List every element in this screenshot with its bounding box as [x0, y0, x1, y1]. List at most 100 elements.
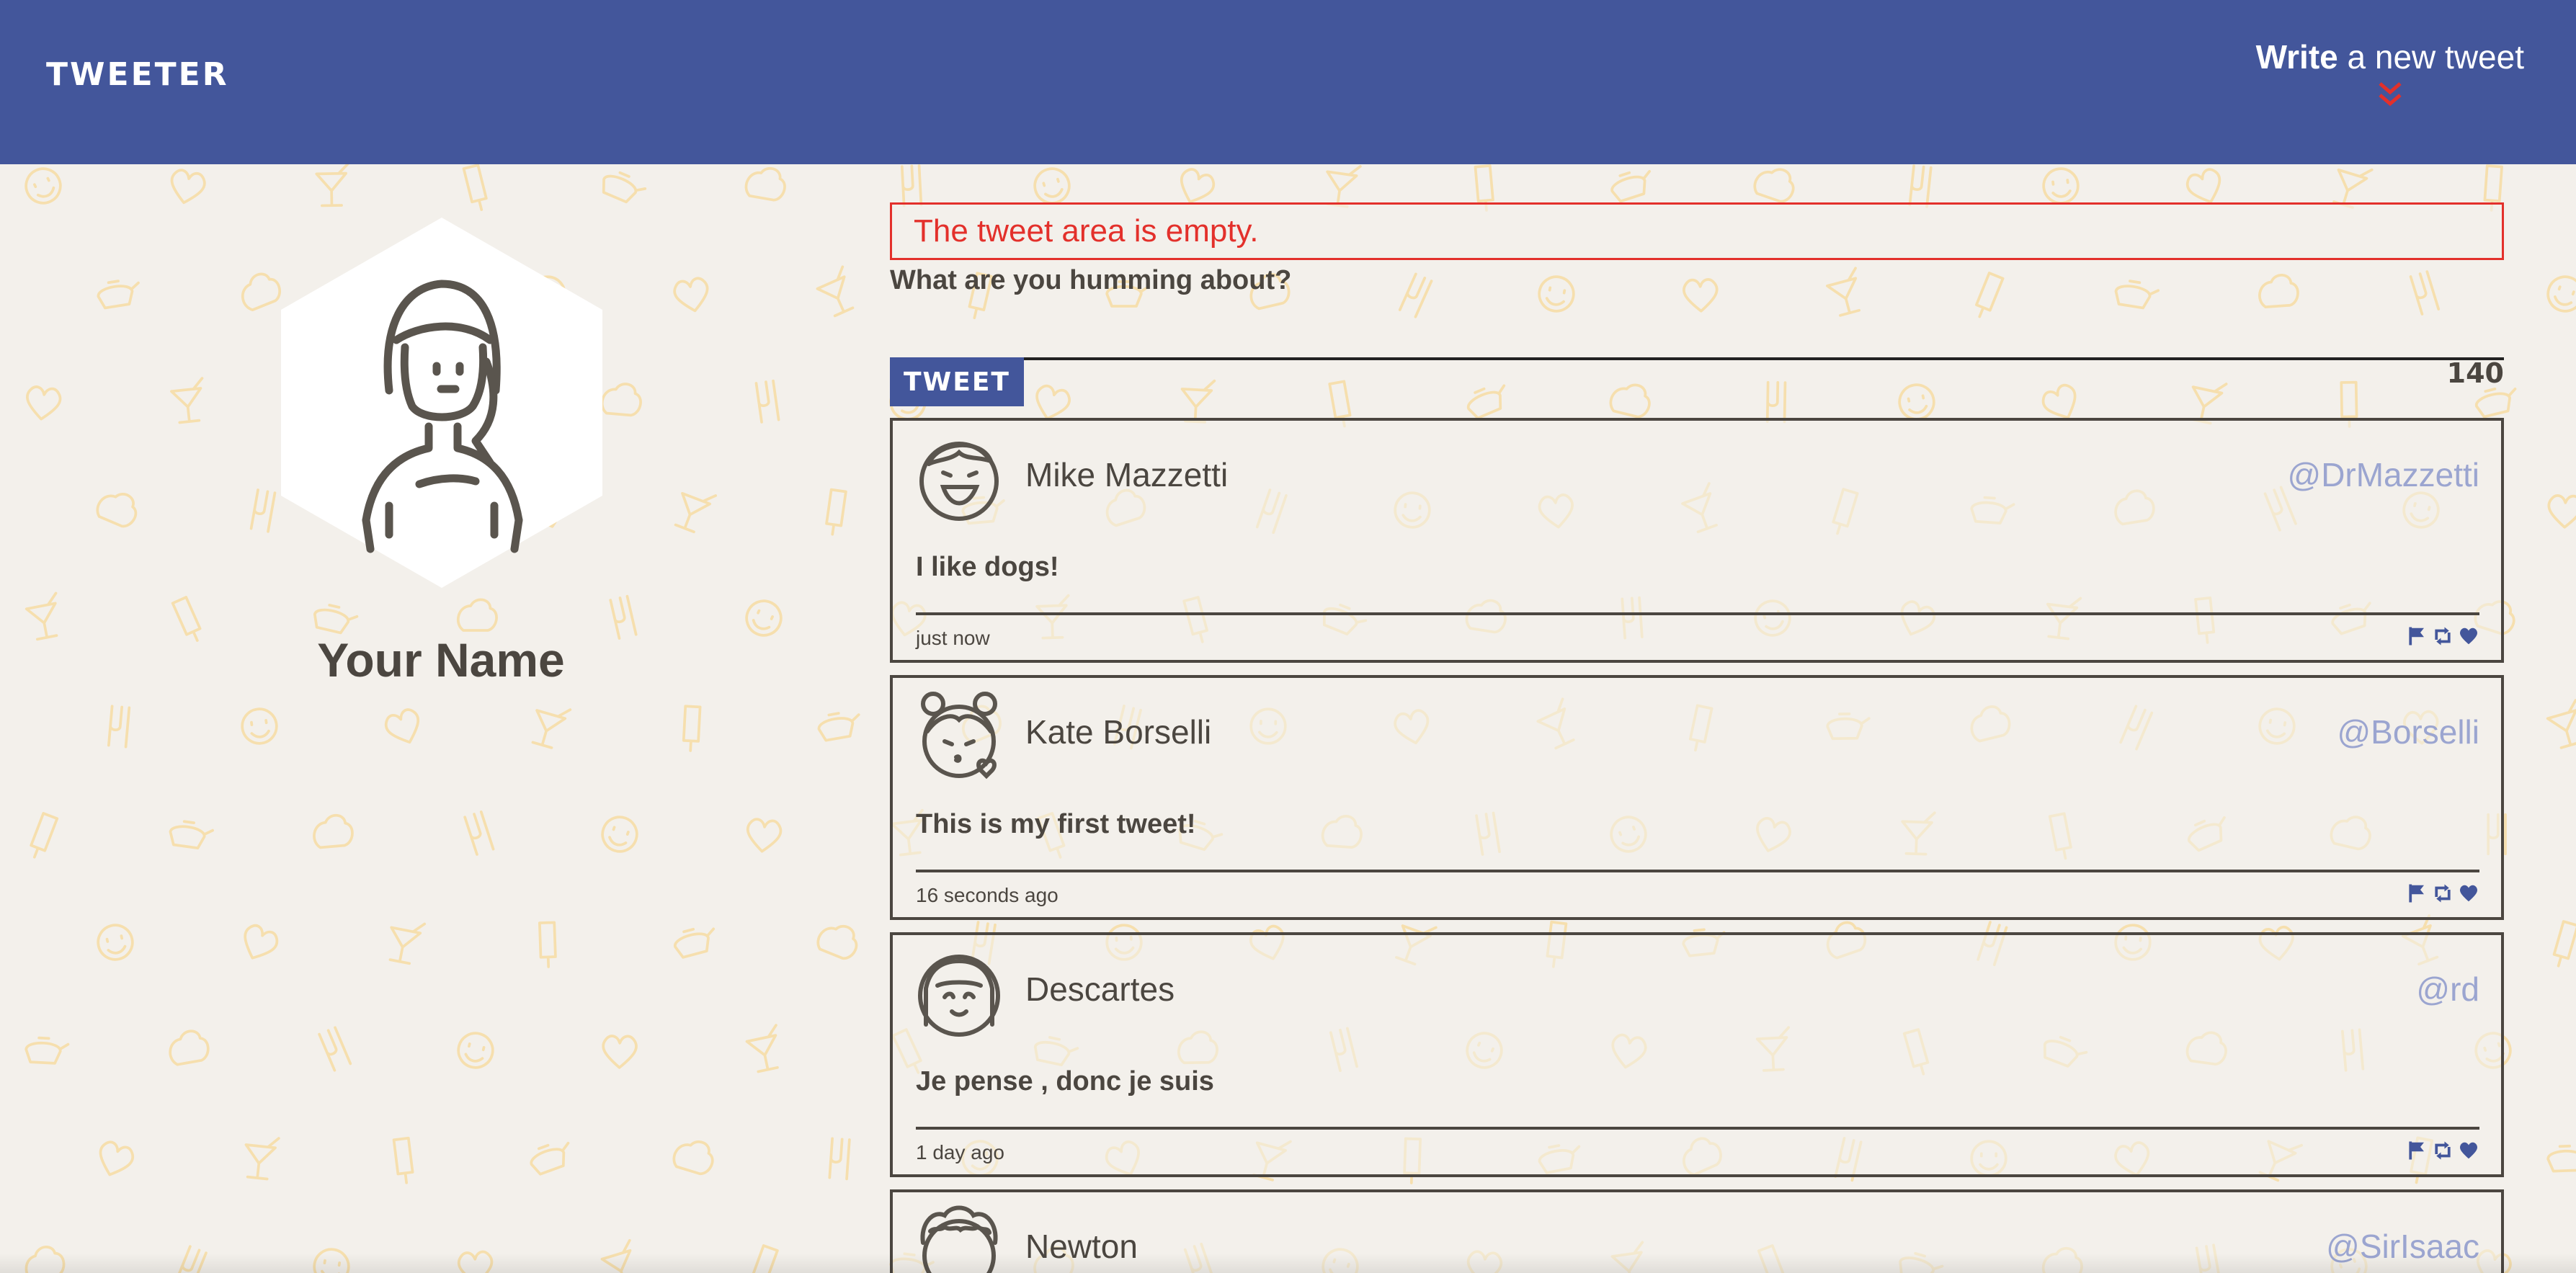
tweet-text: Je pense , donc je suis	[916, 1066, 1214, 1096]
write-tweet-toggle[interactable]: Write a new tweet	[2256, 37, 2524, 111]
pattern-doodle	[456, 598, 498, 632]
top-nav: TWEETER Write a new tweet	[0, 0, 2576, 164]
pattern-doodle	[1033, 167, 1071, 205]
pattern-doodle	[2185, 168, 2221, 204]
tweet-card: Kate Borselli @Borselli This is my first…	[890, 675, 2504, 920]
pattern-doodle	[169, 820, 214, 850]
tweet-text: This is my first tweet!	[916, 809, 1196, 839]
pattern-doodle	[530, 1141, 570, 1176]
tweet-timestamp: 1 day ago	[916, 1141, 1004, 1163]
pattern-doodle	[2552, 920, 2576, 968]
tweet-author-name: Descartes	[1025, 970, 1175, 1008]
flag-icon[interactable]	[2406, 1140, 2428, 1161]
flag-icon[interactable]	[2406, 625, 2428, 647]
retweet-icon[interactable]	[2432, 1140, 2454, 1161]
char-counter: 140	[2446, 357, 2504, 389]
pattern-doodle	[602, 1035, 638, 1069]
pattern-doodle	[30, 812, 59, 859]
tweet-handle[interactable]: @rd	[2416, 970, 2479, 1009]
heart-icon[interactable]	[2458, 625, 2479, 647]
tweet-handle[interactable]: @Borselli	[2337, 713, 2479, 751]
pattern-doodle	[817, 712, 860, 742]
pattern-doodle	[825, 488, 847, 536]
pattern-doodle	[1908, 164, 1933, 208]
pattern-doodle	[107, 705, 131, 749]
pattern-doodle	[462, 164, 488, 211]
pattern-doodle	[672, 1140, 714, 1176]
tweet-textarea[interactable]	[890, 305, 2504, 360]
pattern-doodle	[1610, 169, 1652, 203]
tweet-submit-button[interactable]: TWEET	[890, 357, 1024, 406]
pattern-doodle	[313, 813, 354, 849]
tweet-actions	[2406, 625, 2479, 647]
pattern-doodle	[315, 164, 350, 207]
pattern-doodle	[318, 1026, 352, 1072]
tweet-author-name: Kate Borselli	[1025, 713, 1212, 751]
pattern-doodle	[745, 1024, 779, 1073]
pattern-doodle	[2546, 699, 2576, 749]
brand-logo[interactable]: TWEETER	[46, 56, 229, 93]
pattern-doodle	[2546, 275, 2576, 313]
pattern-doodle	[1180, 379, 1216, 424]
retweet-icon[interactable]	[2432, 883, 2454, 904]
pattern-doodle	[2546, 1144, 2576, 1173]
flag-icon[interactable]	[2406, 883, 2428, 904]
pattern-doodle	[746, 818, 783, 853]
profile-avatar	[281, 218, 602, 588]
pattern-doodle	[244, 1137, 280, 1181]
pattern-doodle	[754, 379, 780, 424]
heart-icon[interactable]	[2458, 1140, 2479, 1161]
pattern-doodle	[96, 493, 138, 528]
pattern-doodle	[1326, 165, 1362, 208]
pattern-doodle	[600, 383, 642, 417]
pattern-doodle	[2475, 387, 2517, 419]
bottom-shadow	[0, 1254, 2576, 1273]
tweet-divider	[916, 612, 2479, 615]
pattern-doodle	[744, 166, 786, 202]
tweet-handle[interactable]: @DrMazzetti	[2288, 455, 2480, 494]
retweet-icon[interactable]	[2432, 625, 2454, 647]
pattern-doodle	[249, 488, 277, 533]
tweet-timestamp: just now	[916, 627, 990, 649]
double-chevron-down-icon[interactable]	[2374, 79, 2406, 111]
tweet-card: Descartes @rd Je pense , donc je suis 1 …	[890, 932, 2504, 1177]
pattern-doodle	[601, 816, 638, 853]
compose-bold-label: Write	[2255, 38, 2338, 76]
pattern-doodle	[169, 1029, 210, 1066]
tweet-card: Mike Mazzetti @DrMazzetti I like dogs! j…	[890, 418, 2504, 663]
pattern-doodle	[828, 1137, 851, 1181]
tweet-divider	[916, 870, 2479, 872]
pattern-doodle	[2547, 494, 2576, 529]
pattern-doodle	[673, 277, 709, 313]
pattern-doodle	[26, 385, 62, 421]
pattern-doodle	[682, 705, 702, 752]
compose-label: What are you humming about?	[890, 265, 1292, 295]
pattern-doodle	[674, 927, 716, 959]
pattern-doodle	[674, 491, 718, 534]
pattern-doodle	[99, 1140, 135, 1176]
pattern-doodle	[900, 164, 923, 207]
pattern-doodle	[463, 810, 495, 856]
pattern-doodle	[602, 171, 647, 204]
pattern-doodle	[170, 377, 204, 424]
pattern-doodle	[244, 924, 279, 960]
pattern-doodle	[1467, 384, 1506, 420]
tweet-author-name: Mike Mazzetti	[1025, 456, 1229, 493]
pattern-doodle	[170, 169, 206, 205]
pattern-doodle	[388, 922, 427, 965]
pattern-doodle	[392, 1136, 414, 1184]
pattern-doodle	[1898, 383, 1935, 421]
pattern-doodle	[24, 167, 62, 205]
profile-name: Your Name	[317, 633, 565, 687]
pattern-doodle	[384, 708, 420, 744]
pattern-doodle	[531, 708, 572, 749]
pattern-doodle	[313, 604, 359, 635]
pattern-doodle	[816, 924, 858, 960]
tweet-timestamp: 16 seconds ago	[916, 884, 1059, 906]
pattern-doodle	[241, 272, 282, 312]
user-avatar-icon	[918, 955, 1000, 1037]
tweet-divider	[916, 1127, 2479, 1130]
pattern-doodle	[457, 1032, 494, 1069]
error-message: The tweet area is empty.	[890, 202, 2504, 260]
heart-icon[interactable]	[2458, 883, 2479, 904]
